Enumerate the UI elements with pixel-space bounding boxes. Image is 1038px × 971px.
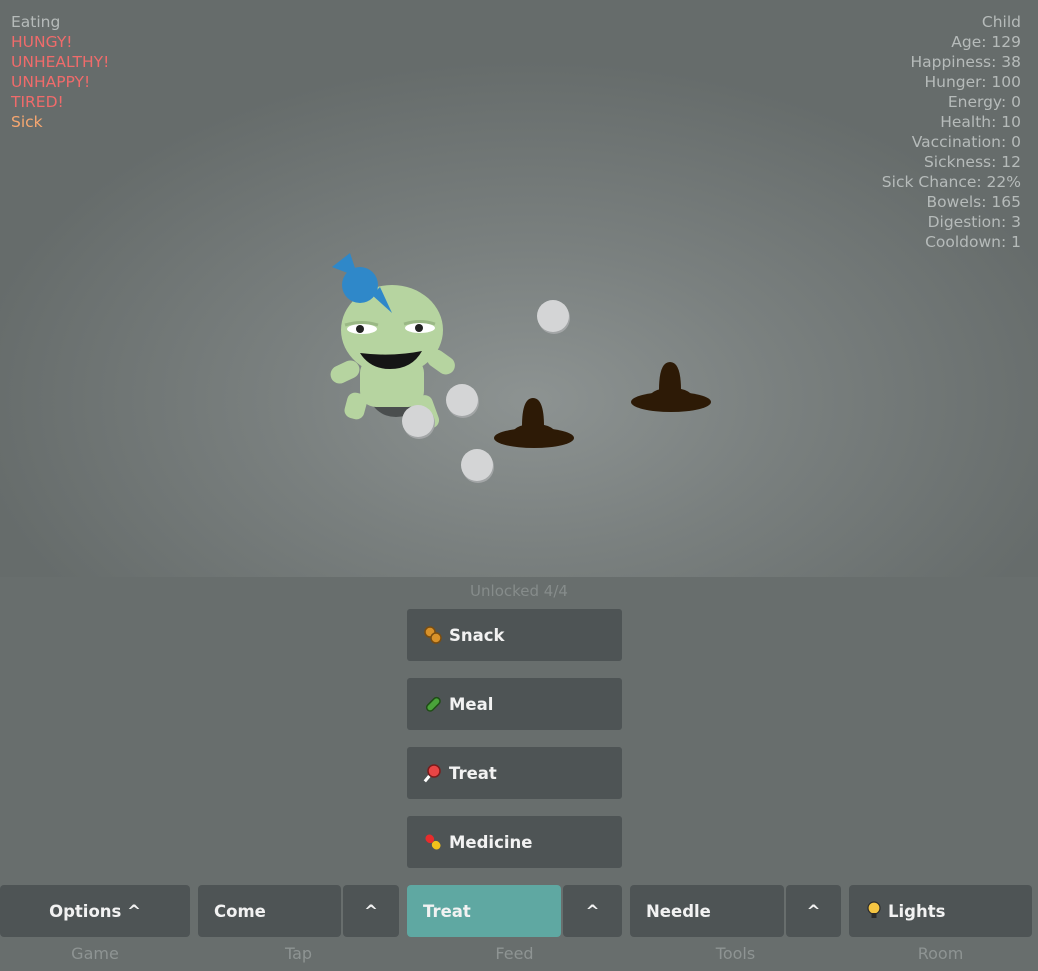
lights-label: Lights (888, 901, 946, 921)
come-button[interactable]: Come (198, 885, 341, 937)
stat-hunger: Hunger: 100 (924, 73, 1021, 91)
lights-button[interactable]: Lights (849, 885, 1032, 937)
food-ball[interactable] (402, 405, 434, 437)
stat-sick-chance: Sick Chance: 22% (881, 173, 1021, 191)
stat-bowels: Bowels: 165 (926, 193, 1021, 211)
stat-happiness: Happiness: 38 (910, 53, 1021, 71)
stat-sickness: Sickness: 12 (923, 153, 1021, 171)
feed-section-label: Feed (495, 944, 534, 963)
pickle-icon (425, 696, 441, 712)
stat-energy: Energy: 0 (947, 93, 1021, 111)
warning-unhealthy: UNHEALTHY! (11, 53, 110, 71)
stat-age: Age: 129 (951, 33, 1021, 51)
tap-section-label: Tap (284, 944, 313, 963)
needle-label: Needle (646, 901, 711, 921)
stat-vaccination: Vaccination: 0 (911, 133, 1021, 151)
options-label: Options ^ (49, 901, 141, 921)
warning-unhappy: UNHAPPY! (11, 73, 91, 91)
room-section-label: Room (917, 944, 964, 963)
tools-menu-toggle[interactable]: ^ (786, 885, 841, 937)
treat-button[interactable]: Treat (407, 747, 622, 799)
candy-icon (423, 764, 441, 783)
needle-button[interactable]: Needle (630, 885, 784, 937)
tap-toggle-label: ^ (364, 901, 378, 921)
stats-panel: Child Age: 129 Happiness: 38 Hunger: 100… (882, 12, 1021, 252)
poop[interactable] (629, 358, 713, 414)
snack-button[interactable]: Snack (407, 609, 622, 661)
come-label: Come (214, 901, 266, 921)
warning-tired: TIRED! (11, 93, 64, 111)
lightbulb-icon (867, 901, 881, 918)
peanut-icon (424, 626, 442, 644)
tools-section-label: Tools (715, 944, 756, 963)
meal-button[interactable]: Meal (407, 678, 622, 730)
unlocked-count: Unlocked 4/4 (470, 582, 568, 600)
stat-stage: Child (981, 13, 1021, 31)
medicine-button[interactable]: Medicine (407, 816, 622, 868)
stat-health: Health: 10 (940, 113, 1021, 131)
food-ball[interactable] (461, 449, 493, 481)
medicine-label: Medicine (449, 832, 533, 852)
warning-hungry: HUNGY! (11, 33, 73, 51)
stat-cooldown: Cooldown: 1 (925, 233, 1021, 251)
feed-menu-toggle[interactable]: ^ (563, 885, 622, 937)
food-ball[interactable] (537, 300, 569, 332)
pet-creature[interactable] (320, 245, 470, 440)
pill-icon (425, 834, 441, 850)
food-ball[interactable] (446, 384, 478, 416)
stat-digestion: Digestion: 3 (927, 213, 1021, 231)
tap-menu-toggle[interactable]: ^ (343, 885, 399, 937)
status-list: Eating HUNGY! UNHEALTHY! UNHAPPY! TIRED!… (11, 12, 109, 132)
poop[interactable] (492, 394, 576, 450)
feed-selected-label: Treat (423, 901, 471, 921)
game-section-label: Game (71, 944, 119, 963)
meal-label: Meal (449, 694, 494, 714)
treat-label: Treat (449, 763, 497, 783)
tools-toggle-label: ^ (806, 901, 821, 921)
condition-status: Sick (11, 113, 43, 131)
options-button[interactable]: Options ^ (0, 885, 190, 937)
game-scene[interactable]: Eating HUNGY! UNHEALTHY! UNHAPPY! TIRED!… (0, 0, 1038, 577)
snack-label: Snack (449, 625, 505, 645)
feed-treat-button[interactable]: Treat (407, 885, 561, 937)
activity-status: Eating (11, 13, 61, 31)
feed-toggle-label: ^ (585, 901, 600, 921)
